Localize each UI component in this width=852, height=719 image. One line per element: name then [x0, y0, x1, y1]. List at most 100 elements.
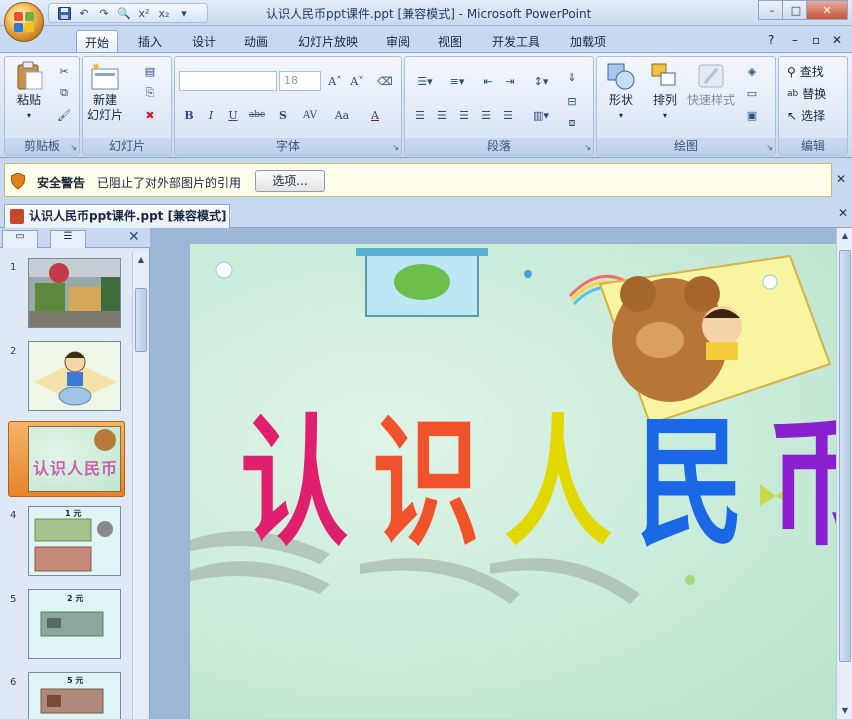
paragraph-dialog-launcher-icon[interactable]: ↘ [584, 143, 591, 152]
shape-outline-icon[interactable]: ▭ [743, 85, 761, 101]
replace-button[interactable]: ab 替换 [787, 85, 826, 102]
tab-outline-icon[interactable]: ☰ [50, 230, 86, 248]
group-clipboard: 粘贴 ▾ ✂ ⧉ 🖌 剪贴板 ↘ [4, 56, 80, 156]
grow-font-icon[interactable]: A˄ [325, 71, 345, 91]
tab-slideshow[interactable]: 幻灯片放映 [290, 30, 366, 52]
group-editing: ⚲ 查找 ab 替换 ↖ 选择 编辑 [778, 56, 848, 156]
numbering-icon[interactable]: ≡▾ [443, 73, 471, 89]
scroll-thumb[interactable] [135, 288, 147, 352]
close-button[interactable]: ✕ [806, 0, 848, 20]
tab-developer[interactable]: 开发工具 [484, 30, 548, 52]
layout-icon[interactable]: ▤ [141, 63, 159, 79]
select-button[interactable]: ↖ 选择 [787, 107, 825, 124]
customize-qat-icon[interactable]: ▾ [175, 5, 193, 21]
title-char-3: 人 [504, 403, 615, 566]
copy-icon[interactable]: ⧉ [55, 85, 73, 101]
quick-styles-button[interactable]: 快速样式 [687, 61, 735, 108]
strikethrough-button[interactable]: abc [247, 105, 267, 125]
font-name-combo[interactable] [179, 71, 277, 91]
arrange-button[interactable]: 排列 ▾ [649, 61, 681, 123]
columns-icon[interactable]: ▥▾ [527, 107, 555, 123]
thumbnail-number: 1 [10, 262, 17, 273]
superscript-button[interactable]: x² [135, 5, 153, 21]
options-button[interactable]: 选项... [255, 170, 325, 192]
smartart-icon[interactable]: ⧈ [563, 115, 581, 131]
italic-button[interactable]: I [201, 105, 221, 125]
line-spacing-icon[interactable]: ↕▾ [527, 73, 555, 89]
redo-icon[interactable]: ↷ [95, 5, 113, 21]
find-button[interactable]: ⚲ 查找 [787, 63, 824, 80]
save-icon[interactable] [55, 5, 73, 21]
two-yuan-note-image [40, 611, 104, 637]
scroll-down-icon[interactable]: ▼ [837, 703, 852, 719]
slide-thumbnail-5[interactable]: 2 元 [28, 589, 121, 659]
tab-animations[interactable]: 动画 [236, 30, 276, 52]
distribute-icon[interactable]: ☰ [499, 107, 517, 123]
help-icon[interactable]: ? [764, 30, 778, 52]
thumbnail-scrollbar[interactable]: ▲ [132, 252, 148, 719]
bullets-icon[interactable]: ☰▾ [411, 73, 439, 89]
char-spacing-button[interactable]: AV [297, 105, 323, 125]
new-slide-button[interactable]: ✷ 新建 幻灯片 [87, 61, 123, 123]
current-slide[interactable]: 认 识 人 民 币 [190, 244, 838, 719]
slide-thumbnail-1[interactable] [28, 258, 121, 328]
slide-thumbnail-4[interactable]: 1 元 [28, 506, 121, 576]
tab-design[interactable]: 设计 [184, 30, 224, 52]
decrease-indent-icon[interactable]: ⇤ [479, 73, 497, 89]
subscript-button[interactable]: x₂ [155, 5, 173, 21]
shapes-button[interactable]: 形状 ▾ [605, 61, 637, 123]
format-painter-icon[interactable]: 🖌 [55, 107, 73, 123]
tab-slides-icon[interactable]: ▭ [2, 230, 38, 248]
delete-slide-icon[interactable]: ✖ [141, 107, 159, 123]
underline-button[interactable]: U [223, 105, 243, 125]
bold-button[interactable]: B [179, 105, 199, 125]
font-color-button[interactable]: A [365, 105, 385, 125]
security-bar-close-icon[interactable]: ✕ [836, 172, 846, 186]
ribbon-close-button[interactable]: ✕ [828, 30, 846, 52]
slide-thumbnail-2[interactable] [28, 341, 121, 411]
align-text-icon[interactable]: ⊟ [563, 93, 581, 109]
text-direction-icon[interactable]: ⇓ [563, 69, 581, 85]
print-preview-icon[interactable]: 🔍 [115, 5, 133, 21]
scroll-thumb[interactable] [839, 250, 851, 662]
title-char-2: 识 [372, 403, 483, 566]
drawing-dialog-launcher-icon[interactable]: ↘ [766, 143, 773, 152]
align-center-icon[interactable]: ☰ [433, 107, 451, 123]
cut-icon[interactable]: ✂ [55, 63, 73, 79]
tab-insert[interactable]: 插入 [130, 30, 170, 52]
tab-view[interactable]: 视图 [430, 30, 470, 52]
undo-icon[interactable]: ↶ [75, 5, 93, 21]
ribbon-restore-button[interactable]: ▫ [808, 30, 824, 52]
slide-thumbnail-3-selected[interactable]: 认识人民币 [8, 421, 125, 497]
office-button[interactable] [4, 2, 44, 42]
shape-fill-icon[interactable]: ◈ [743, 63, 761, 79]
justify-icon[interactable]: ☰ [477, 107, 495, 123]
dialog-launcher-icon[interactable]: ↘ [70, 143, 77, 152]
scroll-up-icon[interactable]: ▲ [837, 228, 852, 244]
shadow-button[interactable]: S [273, 105, 293, 125]
shrink-font-icon[interactable]: A˅ [347, 71, 367, 91]
align-left-icon[interactable]: ☰ [411, 107, 429, 123]
slide-vertical-scrollbar[interactable]: ▲ ▼ [836, 228, 852, 719]
increase-indent-icon[interactable]: ⇥ [501, 73, 519, 89]
font-dialog-launcher-icon[interactable]: ↘ [392, 143, 399, 152]
scroll-up-icon[interactable]: ▲ [133, 252, 149, 268]
quick-access-toolbar: ↶ ↷ 🔍 x² x₂ ▾ [48, 3, 208, 23]
clear-format-icon[interactable]: ⌫ [375, 71, 395, 91]
reset-icon[interactable]: ⎘ [141, 85, 159, 101]
tab-addins[interactable]: 加载项 [562, 30, 614, 52]
paste-button[interactable]: 粘贴 ▾ [13, 61, 45, 123]
document-tab[interactable]: 认识人民币ppt课件.ppt [兼容模式] [4, 204, 230, 228]
slide-title[interactable]: 认 识 人 民 币 [240, 394, 838, 565]
shape-effects-icon[interactable]: ▣ [743, 107, 761, 123]
document-close-icon[interactable]: ✕ [838, 206, 848, 220]
change-case-button[interactable]: Aa [329, 105, 355, 125]
ribbon-minimize-button[interactable]: – [788, 30, 802, 52]
pane-close-icon[interactable]: ✕ [128, 229, 140, 245]
font-size-combo[interactable]: 18 [279, 71, 321, 91]
slide-thumbnail-6[interactable]: 5 元 [28, 672, 121, 719]
tab-review[interactable]: 审阅 [378, 30, 418, 52]
align-right-icon[interactable]: ☰ [455, 107, 473, 123]
tab-home[interactable]: 开始 [76, 30, 119, 52]
arrange-label: 排列 [652, 93, 677, 107]
